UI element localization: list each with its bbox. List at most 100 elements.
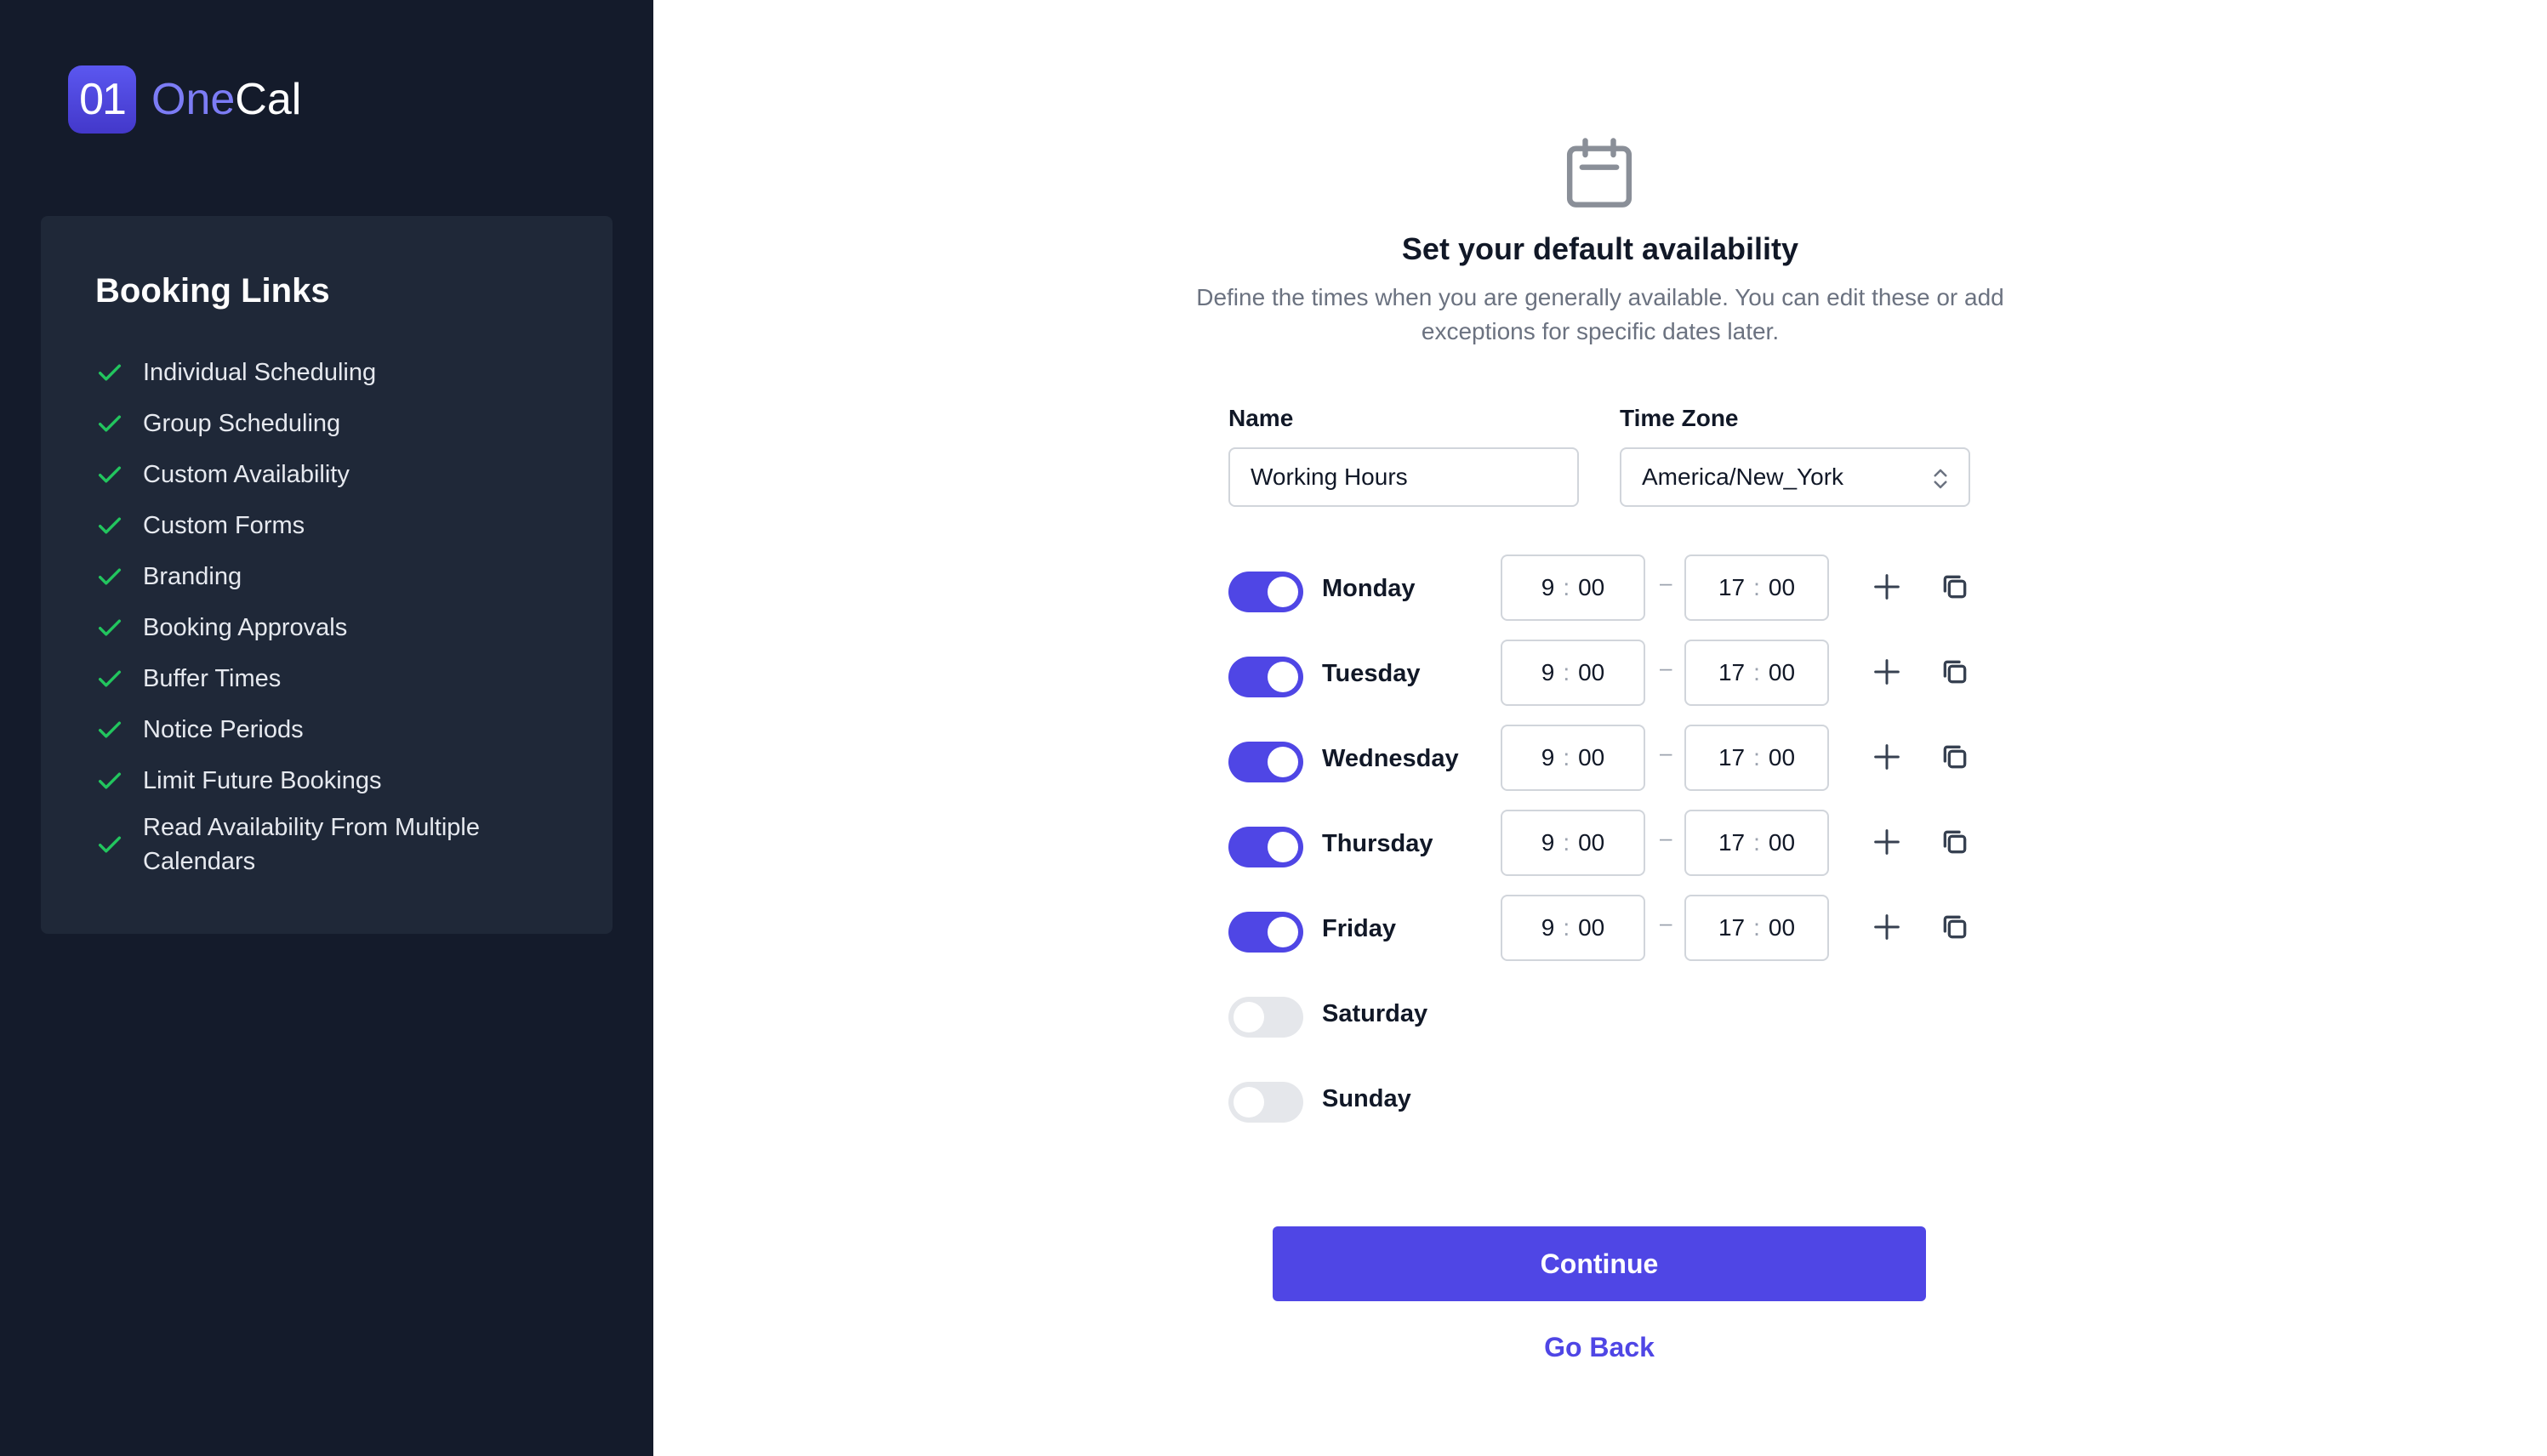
feature-item: Read Availability From Multiple Calendar…: [95, 806, 551, 883]
copy-icon[interactable]: [1938, 825, 1972, 859]
start-time-input[interactable]: 9:00: [1501, 640, 1645, 706]
range-separator: –: [1660, 825, 1672, 850]
start-minute: 00: [1578, 744, 1605, 771]
feature-label: Individual Scheduling: [143, 358, 377, 386]
time-colon: :: [1563, 574, 1570, 600]
feature-label: Read Availability From Multiple Calendar…: [143, 814, 480, 875]
feature-item: Buffer Times: [95, 653, 551, 704]
check-icon: [98, 466, 122, 483]
time-colon: :: [1753, 744, 1760, 771]
day-toggle[interactable]: [1228, 997, 1303, 1038]
page-title: Set your default availability: [1401, 231, 1799, 266]
toggle-knob: [1268, 577, 1298, 607]
range-separator: –: [1660, 910, 1672, 936]
plus-icon[interactable]: [1870, 740, 1904, 774]
day-row-tuesday: Tuesday 9:00–17:00: [1228, 640, 1994, 708]
copy-icon[interactable]: [1938, 910, 1972, 944]
start-hour: 9: [1541, 914, 1555, 941]
main-panel: Set your default availability Define the…: [653, 0, 2547, 1456]
start-hour: 9: [1541, 829, 1555, 856]
start-hour: 9: [1541, 659, 1555, 685]
name-input-value: Working Hours: [1251, 464, 1408, 490]
day-toggle[interactable]: [1228, 827, 1303, 867]
day-toggle[interactable]: [1228, 657, 1303, 697]
end-hour: 17: [1718, 744, 1746, 771]
day-label: Sunday: [1322, 1085, 1411, 1112]
feature-label: Group Scheduling: [143, 409, 341, 437]
calendar-icon: [1566, 138, 1632, 208]
check-icon: [98, 619, 122, 636]
day-label: Saturday: [1322, 1000, 1428, 1027]
end-minute: 00: [1768, 744, 1796, 771]
plus-icon[interactable]: [1870, 910, 1904, 944]
feature-label: Notice Periods: [143, 715, 304, 743]
feature-label: Branding: [143, 562, 242, 590]
card-title: Booking Links: [95, 272, 330, 310]
end-time-input[interactable]: 17:00: [1684, 725, 1829, 791]
day-row-sunday: Sunday: [1228, 1065, 1994, 1133]
day-label: Monday: [1322, 575, 1416, 602]
day-toggle[interactable]: [1228, 742, 1303, 782]
start-time-input[interactable]: 9:00: [1501, 725, 1645, 791]
check-icon: [98, 721, 122, 738]
feature-label: Custom Forms: [143, 511, 305, 539]
logo-text-cal: Cal: [235, 75, 302, 124]
time-colon: :: [1753, 574, 1760, 600]
feature-label: Limit Future Bookings: [143, 766, 382, 794]
toggle-knob: [1268, 917, 1298, 947]
copy-icon[interactable]: [1938, 740, 1972, 774]
range-separator: –: [1660, 655, 1672, 680]
check-icon: [98, 836, 122, 853]
feature-item: Group Scheduling: [95, 398, 551, 449]
day-row-wednesday: Wednesday 9:00–17:00: [1228, 725, 1994, 793]
end-hour: 17: [1718, 829, 1746, 856]
end-time-input[interactable]: 17:00: [1684, 640, 1829, 706]
end-hour: 17: [1718, 659, 1746, 685]
day-toggle[interactable]: [1228, 572, 1303, 612]
go-back-link[interactable]: Go Back: [1273, 1332, 1926, 1363]
check-icon: [98, 772, 122, 789]
chevron-up-down-icon: [1934, 469, 1947, 489]
continue-button[interactable]: Continue: [1273, 1226, 1926, 1301]
start-hour: 9: [1541, 574, 1555, 600]
onecal-logo[interactable]: 01 OneCal: [68, 65, 301, 134]
plus-icon[interactable]: [1870, 825, 1904, 859]
start-time-input[interactable]: 9:00: [1501, 810, 1645, 876]
end-time-input[interactable]: 17:00: [1684, 810, 1829, 876]
start-time-input[interactable]: 9:00: [1501, 895, 1645, 961]
plus-icon[interactable]: [1870, 655, 1904, 689]
day-row-friday: Friday 9:00–17:00: [1228, 895, 1994, 963]
toggle-knob: [1234, 1087, 1264, 1118]
start-hour: 9: [1541, 744, 1555, 771]
end-minute: 00: [1768, 659, 1796, 685]
range-separator: –: [1660, 740, 1672, 765]
toggle-knob: [1268, 662, 1298, 692]
feature-list: Individual Scheduling Group Scheduling C…: [95, 347, 551, 883]
start-minute: 00: [1578, 914, 1605, 941]
feature-item: Individual Scheduling: [95, 347, 551, 398]
name-label: Name: [1228, 405, 1294, 431]
day-toggle[interactable]: [1228, 1082, 1303, 1123]
feature-label: Buffer Times: [143, 664, 282, 692]
end-minute: 00: [1768, 829, 1796, 856]
range-separator: –: [1660, 570, 1672, 595]
day-toggle[interactable]: [1228, 912, 1303, 953]
day-row-saturday: Saturday: [1228, 980, 1994, 1048]
day-row-thursday: Thursday 9:00–17:00: [1228, 810, 1994, 878]
timezone-select[interactable]: America/New_York: [1620, 447, 1970, 507]
feature-item: Custom Forms: [95, 500, 551, 551]
logo-mark: 01: [68, 65, 136, 134]
copy-icon[interactable]: [1938, 655, 1972, 689]
start-time-input[interactable]: 9:00: [1501, 555, 1645, 621]
end-time-input[interactable]: 17:00: [1684, 895, 1829, 961]
name-input[interactable]: Working Hours: [1228, 447, 1579, 507]
day-label: Thursday: [1322, 830, 1433, 857]
check-icon: [98, 670, 122, 687]
plus-icon[interactable]: [1870, 570, 1904, 604]
day-label: Tuesday: [1322, 660, 1421, 687]
features-card: Booking Links Individual Scheduling Grou…: [41, 216, 613, 934]
copy-icon[interactable]: [1938, 570, 1972, 604]
time-colon: :: [1563, 829, 1570, 856]
end-time-input[interactable]: 17:00: [1684, 555, 1829, 621]
logo-wordmark: OneCal: [151, 74, 301, 125]
